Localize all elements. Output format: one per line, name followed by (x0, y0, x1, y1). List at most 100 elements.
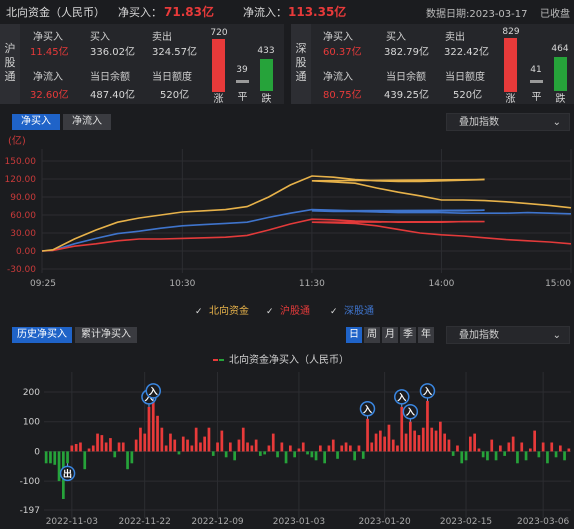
legend-item-sh[interactable]: ✓ 沪股通 (266, 302, 310, 317)
history-bar (524, 451, 528, 461)
history-bar (66, 451, 69, 464)
history-bar (391, 439, 395, 452)
sz-balance-label: 当日余额 (386, 72, 426, 83)
period-month-button[interactable]: 月 (382, 327, 398, 343)
sh-tab[interactable]: 沪股通 (0, 24, 20, 104)
history-bar (177, 451, 181, 455)
legend-item-sz[interactable]: ✓ 深股通 (330, 302, 374, 317)
history-bar (207, 427, 211, 452)
sz-tab-label: 深股通 (295, 42, 307, 83)
sh-net-inflow-value: 32.60亿 (30, 90, 69, 101)
history-bar (147, 406, 151, 452)
history-bar (314, 451, 318, 461)
history-bar (44, 451, 48, 464)
annotation-label: 出 (63, 468, 72, 480)
history-bar (426, 400, 429, 452)
x-tick-label: 2023-03-06 (517, 517, 570, 527)
history-bar (520, 442, 524, 452)
x-tick-label: 2022-11-22 (119, 517, 171, 527)
sh-down-bar (260, 59, 273, 91)
sz-buy-value: 382.79亿 (384, 47, 429, 58)
sh-sell-label: 卖出 (152, 32, 172, 43)
history-bar (143, 433, 147, 452)
checkbox-check-icon: ✓ (195, 307, 203, 317)
y-tick-label: 0.00 (16, 247, 36, 257)
history-bar (460, 451, 464, 464)
history-bar (181, 436, 185, 452)
history-bar (169, 433, 172, 452)
annotation-label: 入 (405, 407, 415, 418)
overlay-index-select-intraday[interactable]: 叠加指数 ⌄ (446, 113, 570, 131)
history-bar (134, 439, 138, 452)
period-week-button[interactable]: 周 (364, 327, 380, 343)
history-bar (280, 442, 284, 452)
history-bar (396, 445, 399, 452)
history-bar (400, 406, 404, 452)
history-bar (456, 445, 459, 452)
page-title: 北向资金（人民币） (6, 6, 105, 19)
tab-net-inflow[interactable]: 净流入 (63, 114, 111, 130)
sh-flat-bar (236, 80, 249, 83)
history-bar (340, 445, 344, 452)
sh-down-count: 433 (257, 46, 275, 56)
history-bar (216, 442, 219, 452)
header-net-inflow-value: 113.35亿 (288, 5, 347, 19)
annotation-label: 入 (396, 392, 406, 403)
history-bar (344, 442, 348, 452)
history-bar (199, 442, 202, 452)
history-bar (49, 451, 52, 464)
history-bar (246, 442, 249, 452)
x-tick-label: 15:00 (545, 279, 571, 289)
history-bar (559, 445, 562, 452)
sh-buy-label: 买入 (90, 32, 110, 43)
tab-history-net-buy[interactable]: 历史净买入 (12, 327, 72, 343)
history-bar (151, 400, 155, 452)
history-bar (113, 451, 117, 458)
y-tick-label: 60.00 (10, 211, 36, 221)
history-bar (503, 451, 506, 456)
sz-tab[interactable]: 深股通 (291, 24, 311, 104)
legend-red-swatch (213, 359, 218, 361)
history-net-buy-chart: 2001000-100-197 2022-11-03 2022-11-22 2022… (20, 372, 571, 527)
history-bar (516, 451, 519, 464)
history-bar (550, 442, 554, 452)
intraday-flow-chart: 150.00 120.00 90.00 60.00 30.00 0.00 -30.00 09… (5, 134, 572, 289)
history-legend: 北向资金净买入（人民币） (213, 351, 349, 366)
tab-cumulative-net-buy[interactable]: 累计净买入 (75, 327, 137, 343)
sz-down-bar (554, 57, 567, 91)
history-bar (259, 451, 262, 456)
history-bar (430, 427, 434, 452)
history-bar (186, 439, 189, 452)
history-bar (96, 433, 99, 452)
history-bar (160, 427, 164, 452)
history-bar (473, 433, 476, 452)
x-tick-label: 2022-11-03 (46, 517, 98, 527)
legend-item-north[interactable]: ✓ 北向资金 (195, 302, 249, 317)
history-bar (293, 451, 296, 458)
history-bar (507, 442, 511, 452)
tab-net-buy[interactable]: 净买入 (12, 114, 60, 130)
sz-quota-label: 当日额度 (445, 72, 485, 83)
history-bar (439, 421, 442, 452)
x-tick-label: 11:30 (299, 279, 325, 289)
data-date: 数据日期:2023-03-17 (426, 9, 528, 20)
overlay-index-select-history[interactable]: 叠加指数 ⌄ (446, 326, 570, 344)
history-bar (417, 435, 421, 452)
history-bar (233, 451, 236, 461)
period-day-button[interactable]: 日 (346, 327, 362, 343)
market-status: 已收盘 (540, 9, 570, 20)
sh-quota-value: 520亿 (160, 90, 190, 101)
header-net-buy-label: 净买入： (118, 6, 162, 19)
legend-north-label: 北向资金 (209, 306, 249, 317)
history-bar (494, 451, 498, 461)
period-year-button[interactable]: 年 (418, 327, 434, 343)
sz-quota-value: 520亿 (453, 90, 483, 101)
header-net-inflow-label: 净流入： (243, 6, 287, 19)
sh-tab-label: 沪股通 (4, 42, 16, 83)
history-bar (190, 445, 194, 452)
history-bar (554, 451, 558, 458)
sh-net-buy-label: 净买入 (33, 32, 63, 43)
sh-quota-label: 当日额度 (152, 72, 192, 83)
sh-balance-value: 487.40亿 (90, 90, 135, 101)
period-quarter-button[interactable]: 季 (400, 327, 416, 343)
